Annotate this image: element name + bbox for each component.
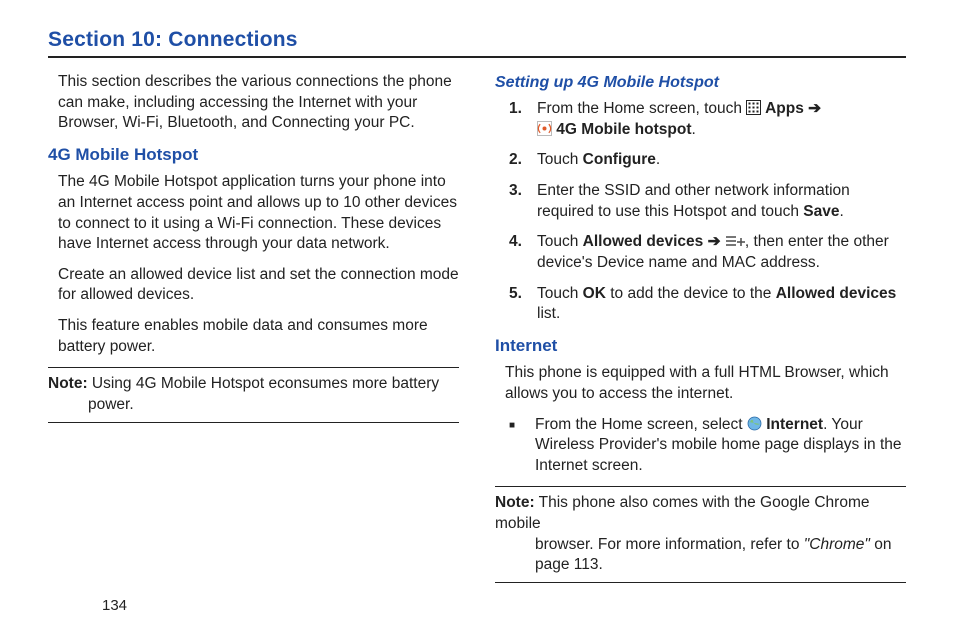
step-body: Touch OK to add the device to the Allowe… [537,284,906,325]
step-number: 5. [509,284,527,325]
note-rule-top [48,367,459,368]
save-label: Save [803,203,839,220]
note-cont-line-2: page 113. [535,555,906,576]
hotspot-icon [537,121,552,136]
hotspot-paragraph-1: The 4G Mobile Hotspot application turns … [58,172,459,254]
note-text: Using 4G Mobile Hotspot econsumes more b… [88,375,440,392]
step-number: 2. [509,150,527,171]
step-body: From the Home screen, touch Apps ➔ 4G Mo… [537,99,906,140]
step-4: 4. Touch Allowed devices ➔ , then enter … [509,232,906,273]
step-3: 3. Enter the SSID and other network info… [509,181,906,222]
two-column-layout: This section describes the various conne… [48,72,906,589]
note-text-cont: power. [88,395,459,416]
globe-icon [747,416,762,431]
hotspot-paragraph-3: This feature enables mobile data and con… [58,316,459,357]
page-number: 134 [102,597,127,614]
step-2: 2. Touch Configure. [509,150,906,171]
setup-steps: 1. From the Home screen, touch Apps ➔ 4G… [509,99,906,324]
note-rule-bottom [48,422,459,423]
internet-bullet-list: ■ From the Home screen, select Internet.… [509,415,906,477]
note-cont2: on [874,536,891,553]
allowed-devices-label-2: Allowed devices [776,285,897,302]
manual-page: Section 10: Connections This section des… [0,0,954,636]
hotspot-paragraph-2: Create an allowed device list and set th… [58,265,459,306]
intro-paragraph: This section describes the various conne… [58,72,459,134]
note-rule-top-2 [495,486,906,487]
apps-label: Apps [761,100,808,117]
apps-grid-icon [746,100,761,115]
note-rule-bottom-2 [495,582,906,583]
bullet-lead: From the Home screen, select [535,416,747,433]
note-battery: Note: Using 4G Mobile Hotspot econsumes … [48,374,459,415]
step-body: Touch Configure. [537,150,906,171]
heading-internet: Internet [495,335,906,358]
heading-4g-mobile-hotspot: 4G Mobile Hotspot [48,144,459,167]
title-rule [48,56,906,58]
step-number: 3. [509,181,527,222]
note-cont-line-1: browser. For more information, refer to … [535,535,906,556]
arrow-icon: ➔ [808,100,821,117]
heading-setting-up-hotspot: Setting up 4G Mobile Hotspot [495,72,906,93]
left-column: This section describes the various conne… [48,72,459,589]
step-1: 1. From the Home screen, touch Apps ➔ 4G… [509,99,906,140]
internet-label: Internet [762,416,823,433]
configure-label: Configure [583,151,656,168]
step-text: Touch [537,233,583,250]
chrome-ref: "Chrome" [804,536,874,553]
square-bullet-icon: ■ [509,415,521,477]
section-title: Section 10: Connections [48,28,906,52]
add-list-icon [725,234,745,248]
note-text: This phone also comes with the Google Ch… [495,494,869,532]
hotspot-label: 4G Mobile hotspot [552,121,692,138]
step-mid: to add the device to the [606,285,776,302]
internet-bullet: ■ From the Home screen, select Internet.… [509,415,906,477]
step-body: Touch Allowed devices ➔ , then enter the… [537,232,906,273]
step-5: 5. Touch OK to add the device to the All… [509,284,906,325]
note-cont1: browser. For more information, refer to [535,536,804,553]
internet-paragraph: This phone is equipped with a full HTML … [505,363,906,404]
right-column: Setting up 4G Mobile Hotspot 1. From the… [495,72,906,589]
step-number: 4. [509,232,527,273]
ok-label: OK [583,285,606,302]
step-text: From the Home screen, touch [537,100,746,117]
note-chrome: Note: This phone also comes with the Goo… [495,493,906,575]
step-tail: . [692,121,696,138]
step-tail: list. [537,305,560,322]
note-label: Note: [48,375,88,392]
allowed-devices-label: Allowed devices [583,233,708,250]
note-label: Note: [495,494,535,511]
step-text: Touch [537,285,583,302]
step-text: Touch [537,151,583,168]
step-number: 1. [509,99,527,140]
step-tail: . [839,203,843,220]
step-tail: . [656,151,660,168]
step-body: Enter the SSID and other network informa… [537,181,906,222]
bullet-body: From the Home screen, select Internet. Y… [535,415,906,477]
arrow-icon: ➔ [708,233,725,250]
